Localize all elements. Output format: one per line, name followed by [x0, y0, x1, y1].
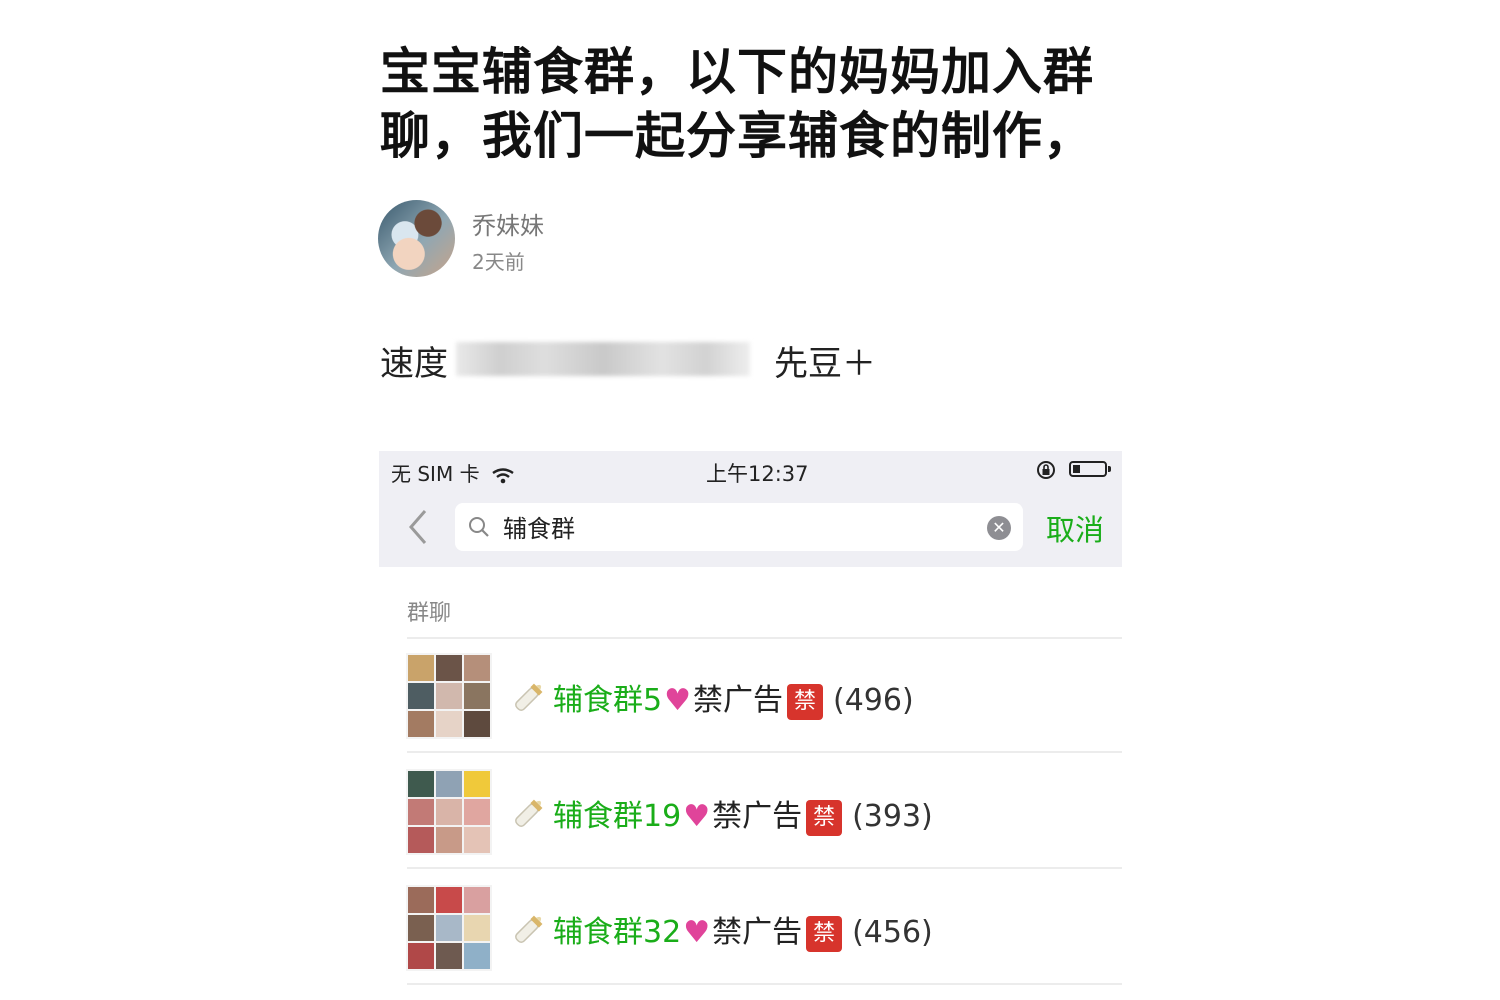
clear-icon[interactable]: ✕	[987, 516, 1011, 540]
group-suffix: 禁广告	[693, 683, 783, 718]
search-header: 无 SIM 卡 上午12:37 ✕ 取消	[379, 451, 1122, 567]
group-avatar	[406, 885, 492, 971]
search-bar[interactable]: ✕	[455, 503, 1023, 551]
group-name: 辅食群32♥禁广告禁 (456)	[553, 907, 933, 952]
cancel-button[interactable]: 取消	[1046, 507, 1104, 549]
author-avatar[interactable]	[378, 200, 455, 277]
forbidden-badge-icon: 禁	[787, 683, 823, 720]
baby-bottle-icon	[515, 799, 543, 827]
author-name[interactable]: 乔妹妹	[472, 206, 544, 241]
divider	[407, 637, 1122, 639]
forbidden-badge-icon: 禁	[806, 915, 843, 952]
group-title: 辅食群32	[553, 915, 682, 950]
group-suffix: 禁广告	[712, 799, 803, 834]
carrier-text: 无 SIM 卡	[391, 462, 480, 486]
divider	[407, 751, 1122, 753]
divider	[407, 983, 1122, 985]
status-time: 上午12:37	[706, 462, 809, 486]
body-text-end: 先豆＋	[774, 344, 876, 384]
orientation-lock-icon	[1037, 461, 1055, 479]
baby-bottle-icon	[515, 915, 543, 943]
group-name: 辅食群5♥禁广告禁 (496)	[553, 675, 914, 720]
forbidden-badge-icon: 禁	[806, 799, 843, 836]
divider	[407, 867, 1122, 869]
search-input[interactable]	[503, 512, 963, 540]
member-count: (456)	[852, 915, 933, 950]
status-carrier: 无 SIM 卡	[391, 458, 514, 487]
group-avatar	[406, 769, 492, 855]
body-text-start: 速度	[380, 344, 448, 384]
group-avatar	[406, 653, 492, 739]
group-title: 辅食群5	[553, 683, 663, 718]
section-label-group-chats: 群聊	[407, 601, 452, 626]
member-count: (496)	[833, 683, 914, 718]
wifi-icon	[492, 467, 514, 483]
phone-screenshot: 无 SIM 卡 上午12:37 ✕ 取消 群聊	[379, 451, 1122, 1000]
heart-icon: ♥	[683, 915, 711, 950]
article-title: 宝宝辅食群，以下的妈妈加入群聊，我们一起分享辅食的制作，	[380, 43, 1094, 165]
redacted-text	[456, 342, 750, 376]
back-arrow-icon[interactable]	[405, 507, 429, 547]
group-suffix: 禁广告	[712, 915, 803, 950]
group-title: 辅食群19	[553, 799, 682, 834]
heart-icon: ♥	[683, 799, 711, 834]
post-time: 2天前	[472, 250, 525, 274]
baby-bottle-icon	[515, 683, 543, 711]
member-count: (393)	[852, 799, 933, 834]
battery-icon	[1069, 461, 1111, 477]
group-name: 辅食群19♥禁广告禁 (393)	[553, 791, 933, 836]
search-icon	[469, 517, 489, 537]
heart-icon: ♥	[664, 683, 691, 718]
